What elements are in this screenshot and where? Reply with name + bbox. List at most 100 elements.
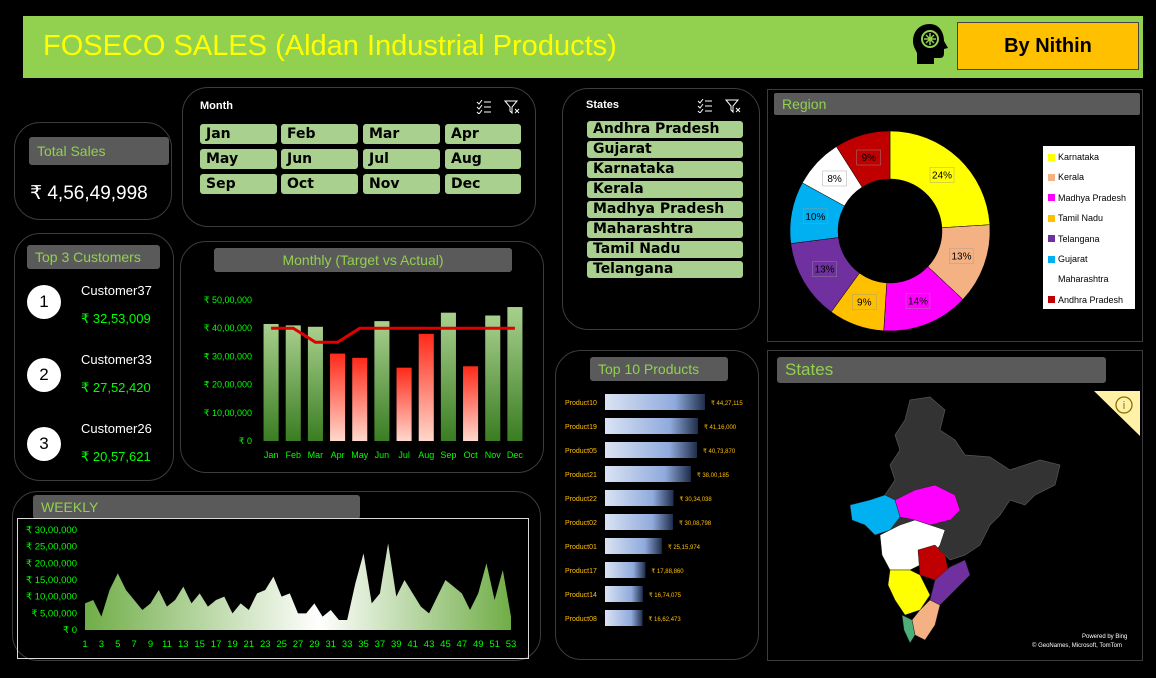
monthly-actual-bar [285,325,301,441]
top-products-value-label: ₹ 44,27,115 [711,400,743,407]
weekly-x-tick: 37 [375,639,386,650]
region-legend-swatch [1048,214,1055,222]
weekly-x-tick: 27 [293,639,304,650]
month-slicer-title: Month [200,100,233,112]
top-products-label: Product08 [565,616,597,623]
customer-rank-3: 3 [27,427,61,461]
monthly-actual-bar [352,357,368,441]
month-button-jul[interactable]: Jul [363,149,440,169]
top-products-bar [605,514,673,530]
monthly-chart-title: Monthly (Target vs Actual) [214,248,512,272]
clear-filter-icon[interactable] [504,100,520,114]
monthly-x-tick: Jun [375,450,390,460]
state-button-karnataka[interactable]: Karnataka [587,161,743,178]
state-button-tamil-nadu[interactable]: Tamil Nadu [587,241,743,258]
total-sales-value: ₹ 4,56,49,998 [30,183,148,204]
top-products-value-label: ₹ 16,62,473 [649,616,682,623]
region-legend-item: Madhya Pradesh [1048,193,1126,203]
region-legend-item: Telangana [1048,234,1100,244]
region-legend-label: Madhya Pradesh [1058,192,1127,203]
monthly-actual-bar [396,367,412,441]
monthly-target-vs-actual-chart: ₹ 0 ₹ 10,00,000 ₹ 20,00,000 ₹ 30,00,000 ₹ 40… [204,295,524,460]
weekly-x-tick: 23 [260,639,271,650]
monthly-x-tick: Nov [485,450,502,460]
weekly-x-tick: 3 [99,639,104,650]
region-legend-item: Maharashtra [1048,274,1109,284]
customer-value-3: ₹ 20,57,621 [81,449,151,464]
state-button-gujarat[interactable]: Gujarat [587,141,743,158]
monthly-actual-bar [374,321,390,441]
weekly-y-tick: ₹ 0 [63,625,77,636]
region-legend-label: Maharashtra [1058,274,1109,285]
region-slice-label: 13% [951,252,971,263]
region-slice-label: 9% [857,298,872,309]
month-button-jan[interactable]: Jan [200,124,277,144]
state-button-maharashtra[interactable]: Maharashtra [587,221,743,238]
top-products-label: Product10 [565,400,597,407]
weekly-x-tick: 25 [276,639,287,650]
top-products-value-label: ₹ 16,74,075 [649,592,682,599]
region-slice-label: 14% [908,297,928,308]
states-map-title: States [777,357,1106,383]
monthly-actual-bar [485,315,501,441]
state-button-madhya-pradesh[interactable]: Madhya Pradesh [587,201,743,218]
month-button-apr[interactable]: Apr [445,124,521,144]
monthly-x-tick: Oct [464,450,479,460]
weekly-x-tick: 51 [489,639,500,650]
weekly-title: WEEKLY [33,495,360,519]
region-legend-swatch [1048,275,1055,283]
customer-name-1: Customer37 [81,283,152,298]
region-title: Region [774,93,1140,115]
weekly-area [85,543,511,630]
map-credit-line-1: Powered by Bing [1082,634,1128,640]
multi-select-icon[interactable] [476,100,492,114]
info-icon[interactable]: i [1094,391,1140,436]
weekly-x-tick: 7 [132,639,137,650]
weekly-x-tick: 17 [211,639,222,650]
brain-head-icon [913,24,948,64]
month-button-jun[interactable]: Jun [281,149,358,169]
monthly-actual-bar [463,366,479,441]
top-products-value-label: ₹ 41,16,000 [704,424,737,431]
top-products-label: Product05 [565,448,597,455]
monthly-x-tick: Apr [331,450,345,460]
state-button-andhra-pradesh[interactable]: Andhra Pradesh [587,121,743,138]
month-button-dec[interactable]: Dec [445,174,521,194]
month-button-nov[interactable]: Nov [363,174,440,194]
state-button-kerala[interactable]: Kerala [587,181,743,198]
top-products-chart: Product10 ₹ 44,27,115 Product19 ₹ 41,16,000… [565,394,743,626]
region-legend-label: Andhra Pradesh [1058,294,1124,305]
monthly-x-tick: Aug [418,450,434,460]
region-slice-label: 13% [815,265,835,276]
weekly-x-tick: 35 [358,639,369,650]
monthly-y-tick: ₹ 40,00,000 [204,323,252,333]
clear-filter-icon[interactable] [725,99,741,113]
monthly-actual-bar [330,353,346,441]
weekly-x-tick: 1 [82,639,87,650]
region-legend-item: Andhra Pradesh [1048,295,1123,305]
month-button-mar[interactable]: Mar [363,124,440,144]
multi-select-icon[interactable] [697,99,713,113]
monthly-actual-bar [440,312,456,441]
month-button-feb[interactable]: Feb [281,124,358,144]
month-button-oct[interactable]: Oct [281,174,358,194]
top-products-bar [605,562,646,578]
region-slice-label: 9% [862,153,877,164]
region-legend-label: Telangana [1058,233,1100,244]
monthly-y-tick: ₹ 30,00,000 [204,351,252,361]
monthly-x-tick: Feb [285,450,301,460]
monthly-actual-bar [263,323,279,441]
region-legend-item: Gujarat [1048,254,1088,264]
month-button-aug[interactable]: Aug [445,149,521,169]
month-button-sep[interactable]: Sep [200,174,277,194]
customer-value-1: ₹ 32,53,009 [81,311,151,326]
region-legend-label: Tamil Nadu [1058,213,1104,224]
monthly-x-tick: Dec [507,450,524,460]
top-products-value-label: ₹ 38,00,185 [697,472,730,479]
month-button-may[interactable]: May [200,149,277,169]
region-legend-swatch [1048,173,1055,181]
weekly-x-tick: 41 [407,639,418,650]
state-button-telangana[interactable]: Telangana [587,261,743,278]
weekly-x-tick: 21 [244,639,255,650]
region-legend-swatch [1048,153,1055,161]
